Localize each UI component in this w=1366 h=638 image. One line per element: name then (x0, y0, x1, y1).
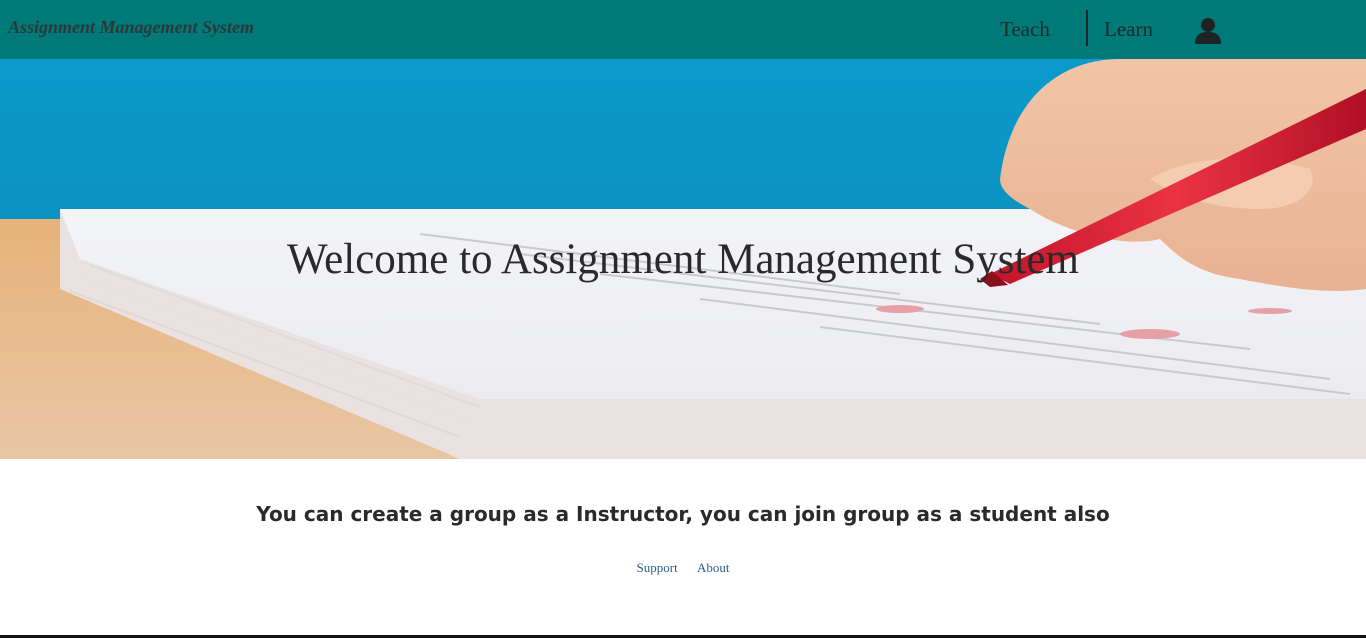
nav-divider (1086, 10, 1088, 46)
nav-learn-link[interactable]: Learn (1104, 17, 1153, 42)
user-icon[interactable] (1194, 16, 1222, 44)
hero-banner: Welcome to Assignment Management System (0, 59, 1366, 459)
tagline-text: You can create a group as a Instructor, … (256, 502, 1110, 526)
brand-title[interactable]: Assignment Management System (8, 17, 254, 38)
about-link[interactable]: About (697, 560, 730, 575)
support-link[interactable]: Support (637, 560, 678, 575)
hero-title: Welcome to Assignment Management System (287, 236, 1079, 283)
nav-teach-link[interactable]: Teach (1000, 17, 1050, 42)
footer-links: Support About (0, 560, 1366, 576)
top-navbar: Assignment Management System Teach Learn (0, 0, 1366, 59)
